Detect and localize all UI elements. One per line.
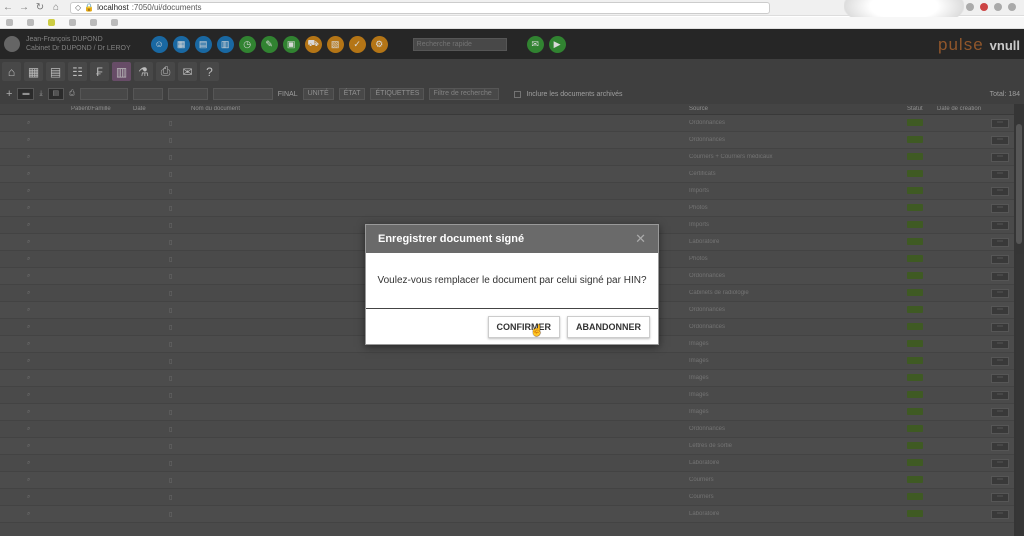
dialog-message: Voulez-vous remplacer le document par ce… [377,275,647,286]
close-icon[interactable]: ✕ [635,231,646,247]
extension-icons [966,3,1016,11]
mouse-cursor-icon: ☝ [530,325,544,337]
bookmark[interactable] [111,19,118,26]
lock-icon: 🔒 [84,3,95,12]
extension-icon[interactable] [980,3,988,11]
cancel-button[interactable]: ABANDONNER [567,315,650,338]
dialog-title: Enregistrer document signé [378,233,525,245]
url-host: localhost [97,3,129,12]
confirm-button[interactable]: CONFIRMER [487,315,560,338]
extension-icon[interactable] [994,3,1002,11]
bookmark[interactable] [48,19,55,26]
bookmarks-bar [0,17,1024,29]
bookmark[interactable] [90,19,97,26]
bookmark[interactable] [69,19,76,26]
dialog-body: Voulez-vous remplacer le document par ce… [366,253,658,309]
browser-toolbar: ← → ↻ ⌂ ◇ 🔒 localhost :7050/ui/documents [0,0,1024,30]
bookmark-icon [27,19,34,26]
bookmark-icon [111,19,118,26]
reload-icon[interactable]: ↻ [32,2,48,13]
dialog-header: Enregistrer document signé ✕ [366,225,658,253]
bookmark-icon [90,19,97,26]
back-icon[interactable]: ← [0,2,16,13]
url-bar[interactable]: ◇ 🔒 localhost :7050/ui/documents [70,1,770,14]
bookmark[interactable] [6,19,13,26]
extension-icon[interactable] [966,3,974,11]
url-path: :7050/ui/documents [131,3,202,12]
bookmark[interactable] [27,19,34,26]
shield-icon: ◇ [75,3,82,12]
bookmark-icon [48,19,55,26]
forward-icon[interactable]: → [16,2,32,13]
dialog-footer: CONFIRMER ABANDONNER [366,309,658,344]
save-signed-document-dialog: Enregistrer document signé ✕ Voulez-vous… [365,224,659,345]
bookmark-icon [69,19,76,26]
home-icon[interactable]: ⌂ [48,2,64,13]
menu-icon[interactable] [1008,3,1016,11]
bookmark-icon [6,19,13,26]
